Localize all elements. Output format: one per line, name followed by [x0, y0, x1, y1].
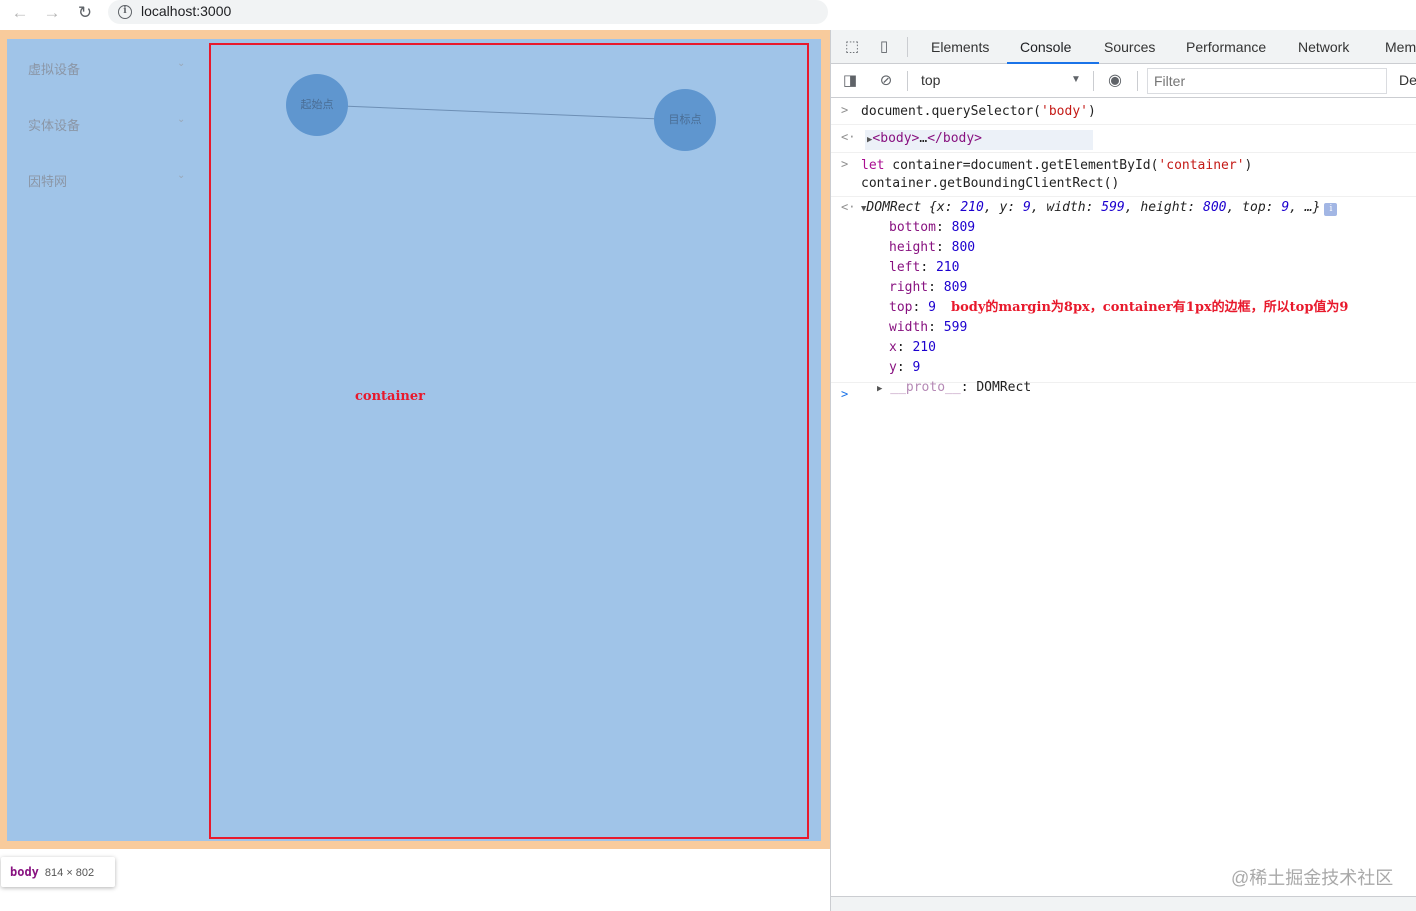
tab-performance[interactable]: Performance [1184, 30, 1268, 64]
domrect-prop: height: 800 [889, 240, 976, 255]
prompt-symbol: > [841, 157, 849, 171]
console-output: > document.querySelector('body') <· ▶<bo… [831, 99, 1416, 409]
console-line: document.querySelector('body') [861, 104, 1096, 119]
divider [1137, 71, 1138, 91]
domrect-summary[interactable]: ▼DOMRect {x: 210, y: 9, width: 599, heig… [831, 199, 1416, 218]
prompt-symbol: > [841, 103, 849, 117]
domrect-prop: bottom: 809 [889, 220, 976, 235]
devtools-panel: ⬚ ▯ Elements Console Sources Performance… [830, 30, 1416, 911]
tooltip-size: 814 × 802 [44, 867, 95, 879]
sidebar-item-label: 实体设备 [28, 118, 81, 133]
console-toolbar: ◨ ⊘ top ▼ ◉ De [831, 64, 1416, 98]
sidebar-menu: 虚拟设备 ⌄ 实体设备 ⌄ 因特网 ⌄ [7, 39, 207, 841]
tooltip-arrow [10, 849, 26, 857]
start-node[interactable]: 起始点 [286, 74, 348, 136]
annotation-note: body的margin为8px，container有1px的边框，所以top值为… [951, 300, 1349, 315]
eye-icon[interactable]: ◉ [1106, 72, 1124, 90]
watermark: @稀土掘金技术社区 [1231, 868, 1394, 888]
sidebar-item-internet[interactable]: 因特网 ⌄ [7, 151, 207, 207]
drawer-bar [831, 896, 1416, 911]
reload-icon[interactable]: ↻ [74, 3, 96, 23]
console-result: <· ▶<body>…</body> [831, 125, 1416, 153]
sidebar-item-label: 因特网 [28, 174, 68, 189]
tab-console[interactable]: Console [1007, 30, 1099, 64]
console-prompt[interactable]: > [831, 383, 1416, 409]
info-icon[interactable]: i [1324, 203, 1338, 216]
domrect-result: <· ▼DOMRect {x: 210, y: 9, width: 599, h… [831, 197, 1416, 395]
sidebar-item-virtual-devices[interactable]: 虚拟设备 ⌄ [7, 39, 207, 95]
filter-input[interactable] [1147, 68, 1387, 94]
domrect-prop: x: 210 [889, 340, 936, 355]
tab-memory[interactable]: Mem [1383, 30, 1416, 64]
console-command: > let container=document.getElementById(… [831, 153, 1416, 197]
prompt-symbol: > [841, 387, 849, 401]
inspect-cursor-icon[interactable]: ⬚ [843, 38, 861, 56]
sidebar-toggle-icon[interactable]: ◨ [841, 72, 859, 90]
console-line: container.getBoundingClientRect() [861, 176, 1120, 191]
site-info-icon[interactable]: i [118, 5, 132, 19]
divider [907, 71, 908, 91]
clear-console-icon[interactable]: ⊘ [877, 72, 895, 90]
body-highlight: 虚拟设备 ⌄ 实体设备 ⌄ 因特网 ⌄ 起始点 目标点 container [7, 39, 821, 841]
page-viewport: 虚拟设备 ⌄ 实体设备 ⌄ 因特网 ⌄ 起始点 目标点 container bo… [0, 30, 830, 911]
browser-toolbar: ← → ↻ i localhost:3000 [0, 0, 1416, 28]
element-inspect-tooltip: body 814 × 802 [1, 857, 115, 887]
context-selector[interactable]: top [921, 72, 940, 88]
tab-sources[interactable]: Sources [1102, 30, 1157, 64]
chevron-down-icon: ⌄ [177, 170, 186, 181]
container-label: container [355, 389, 425, 404]
chevron-down-icon: ⌄ [177, 114, 186, 125]
back-arrow-icon[interactable]: ← [9, 3, 31, 23]
graph-edge [316, 104, 662, 120]
domrect-prop: left: 210 [889, 260, 960, 275]
divider [1093, 71, 1094, 91]
devtools-tab-bar: ⬚ ▯ Elements Console Sources Performance… [831, 30, 1416, 64]
dropdown-arrow-icon[interactable]: ▼ [1071, 74, 1081, 85]
body-node-result[interactable]: ▶<body>…</body> [831, 130, 1416, 149]
console-line: let container=document.getElementById('c… [861, 158, 1253, 173]
chevron-down-icon: ⌄ [177, 58, 186, 69]
domrect-prop: top: 9 body的margin为8px，container有1px的边框，所… [831, 298, 1416, 318]
tooltip-tag: body [10, 865, 39, 879]
domrect-prop: right: 809 [889, 280, 968, 295]
log-levels-dropdown[interactable]: De [1399, 72, 1416, 88]
tab-network[interactable]: Network [1296, 30, 1351, 64]
sidebar-item-physical-devices[interactable]: 实体设备 ⌄ [7, 95, 207, 151]
console-command: > document.querySelector('body') [831, 99, 1416, 125]
forward-arrow-icon[interactable]: → [41, 3, 63, 23]
tab-elements[interactable]: Elements [929, 30, 991, 64]
domrect-prop: width: 599 [889, 320, 968, 335]
url-text[interactable]: localhost:3000 [141, 3, 231, 19]
device-toggle-icon[interactable]: ▯ [875, 38, 893, 56]
container-box: 起始点 目标点 container [209, 43, 809, 839]
divider [907, 37, 908, 57]
sidebar-item-label: 虚拟设备 [28, 62, 81, 77]
result-symbol: <· [841, 200, 856, 214]
domrect-prop: y: 9 [889, 360, 921, 375]
target-node[interactable]: 目标点 [654, 89, 716, 151]
